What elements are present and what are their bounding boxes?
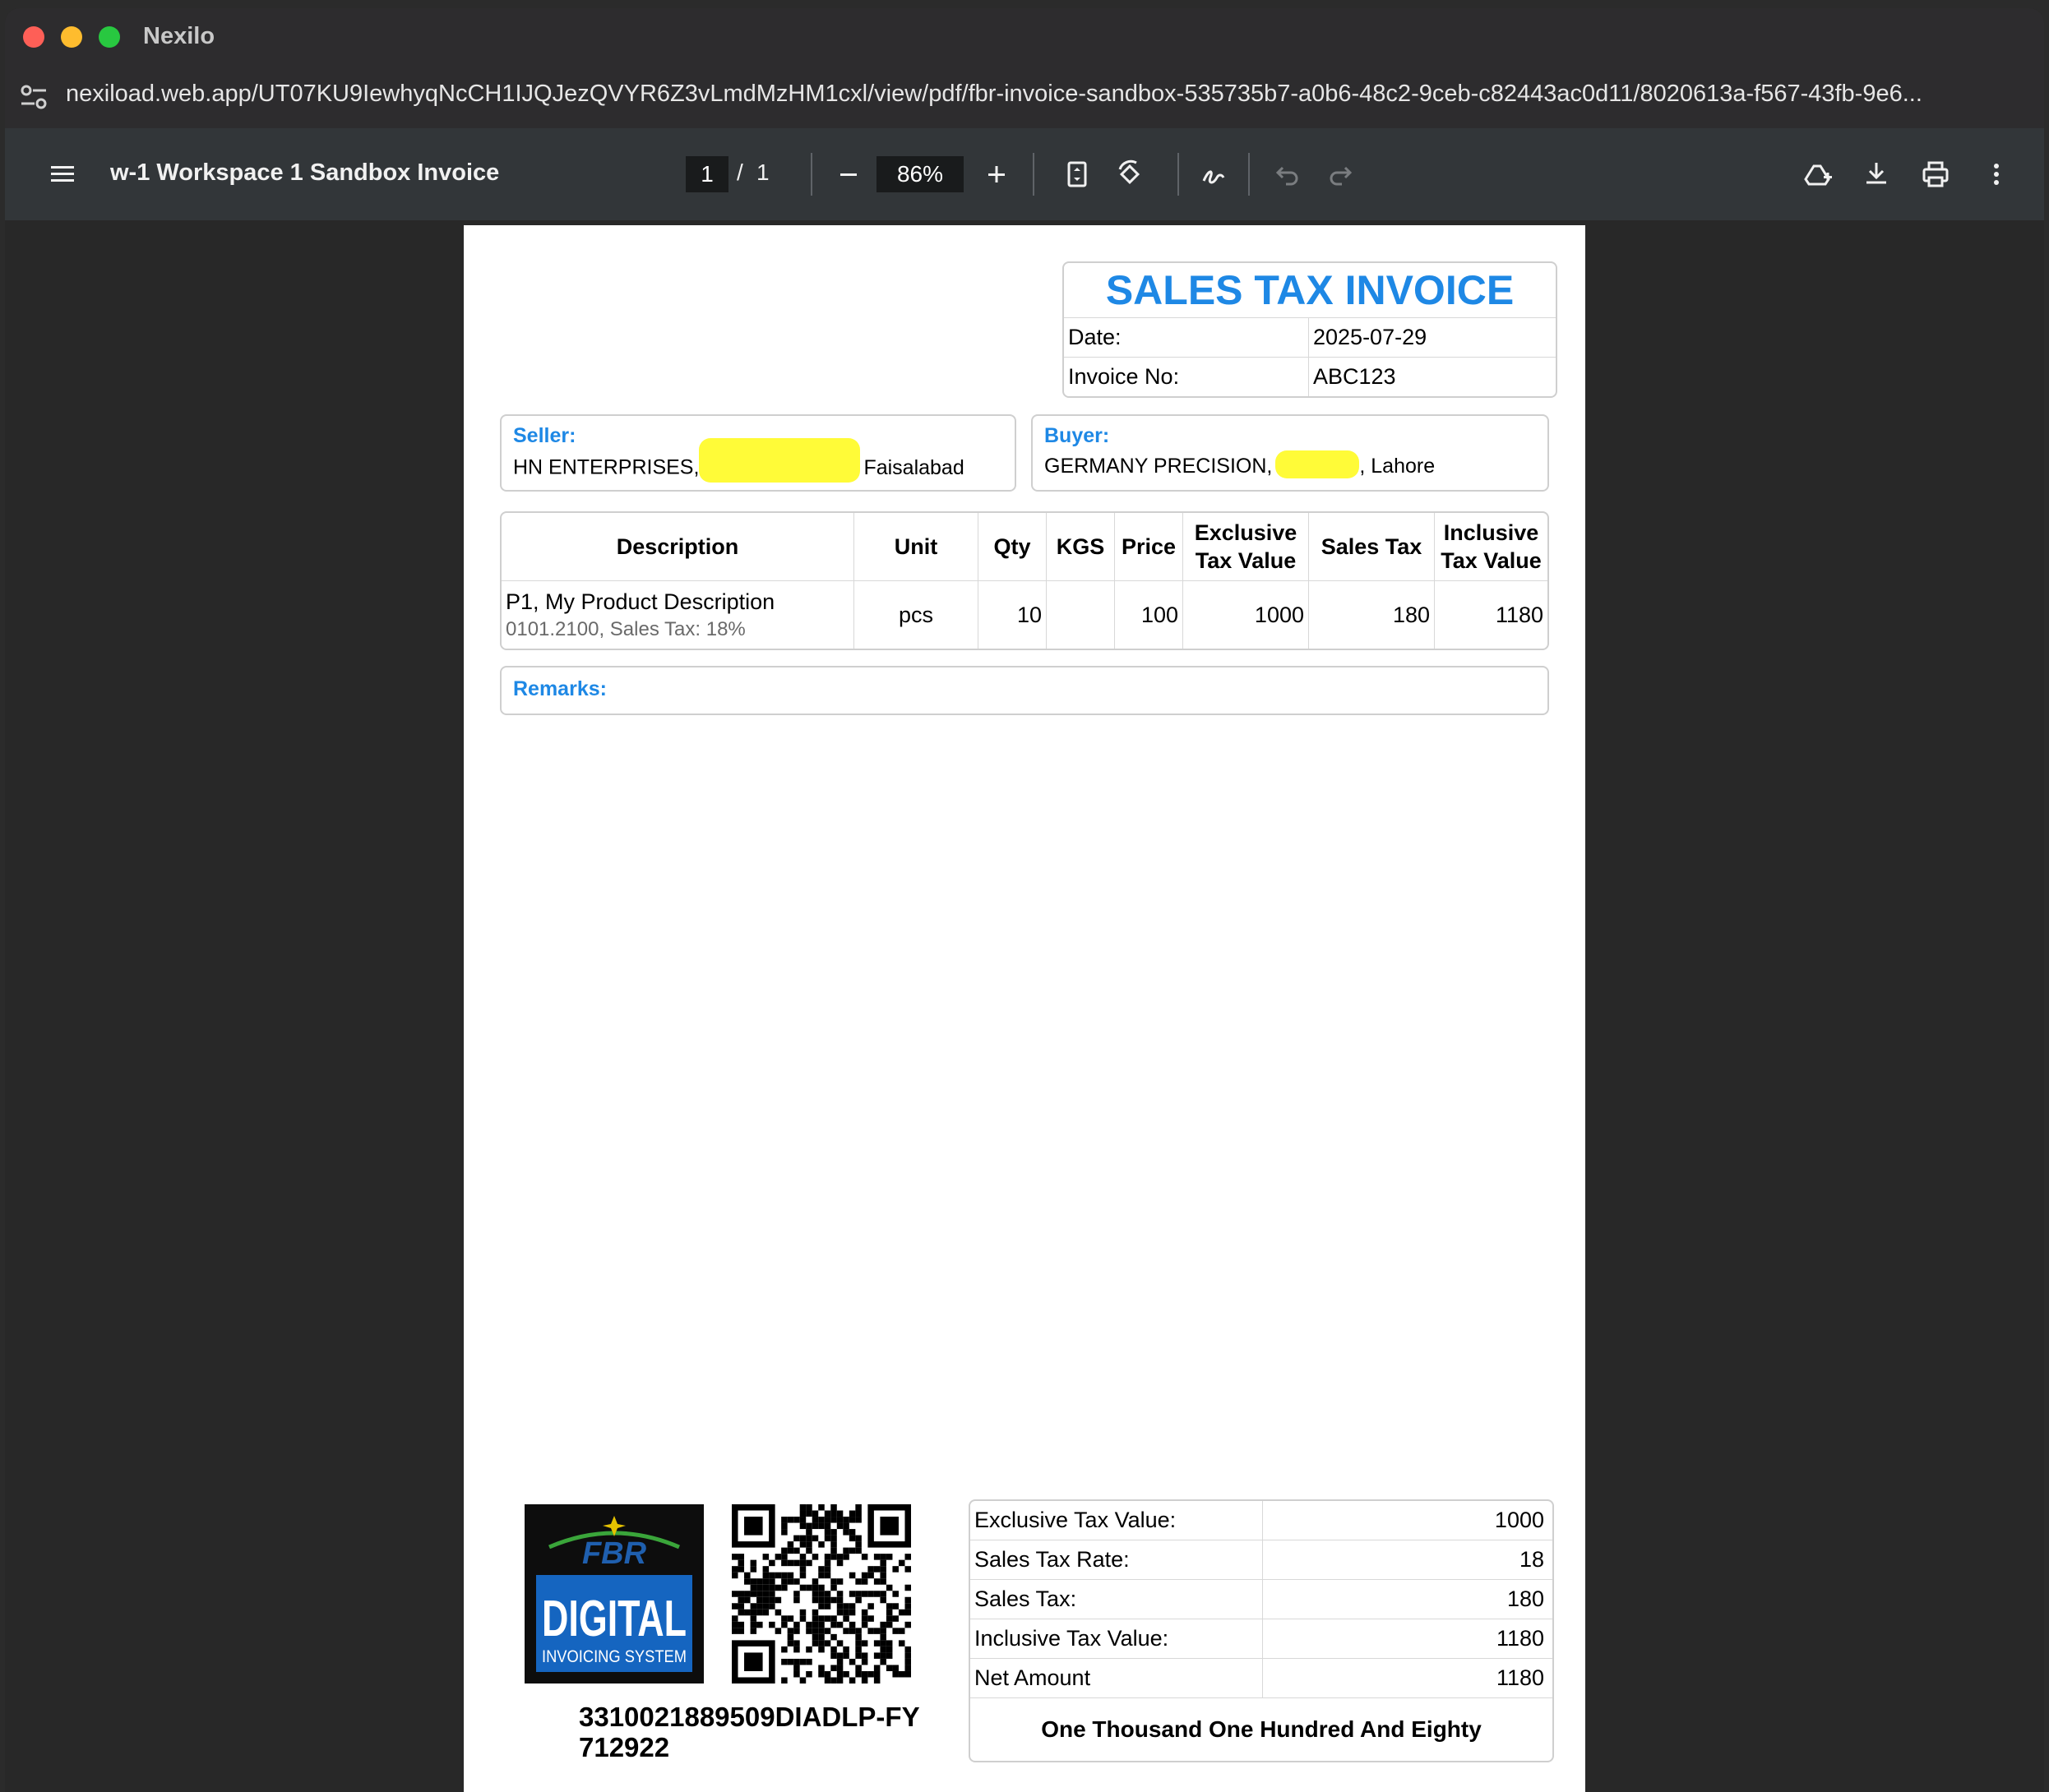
item-price: 100	[1114, 580, 1183, 649]
totals-label: Exclusive Tax Value:	[970, 1501, 1263, 1540]
qr-code	[732, 1504, 911, 1683]
column-header: KGS	[1046, 513, 1115, 581]
url-text[interactable]: nexiload.web.app/UT07KU9IewhyqNcCH1IJQJe…	[66, 81, 2023, 108]
invoice-title: SALES TAX INVOICE	[1064, 263, 1556, 318]
column-header: Price	[1114, 513, 1183, 581]
zoom-input[interactable]: 86%	[876, 156, 964, 192]
redaction-highlight	[699, 438, 861, 483]
zoom-in-icon[interactable]	[978, 156, 1015, 192]
document-title: w-1 Workspace 1 Sandbox Invoice	[110, 159, 500, 186]
column-header: Description	[502, 513, 854, 581]
totals-label: Net Amount	[970, 1659, 1263, 1697]
amount-in-words: One Thousand One Hundred And Eighty	[1041, 1716, 1482, 1742]
invoice-no-value: ABC123	[1313, 364, 1396, 389]
buyer-label: Buyer:	[1044, 424, 1110, 447]
items-table: Description Unit Qty KGS Price Exclusive…	[500, 511, 1549, 650]
buyer-name: GERMANY PRECISION,	[1044, 455, 1273, 478]
seller-box: Seller: HN ENTERPRISES, Faisalabad	[500, 414, 1016, 492]
pdf-page: SALES TAX INVOICE Date: 2025-07-29 Invoi…	[464, 225, 1585, 1792]
address-bar[interactable]: nexiload.web.app/UT07KU9IewhyqNcCH1IJQJe…	[5, 66, 2044, 129]
close-window-button[interactable]	[23, 26, 44, 48]
column-header: Qty	[978, 513, 1047, 581]
pdf-viewer[interactable]: SALES TAX INVOICE Date: 2025-07-29 Invoi…	[5, 220, 2044, 1792]
logo-top-text: FBR	[582, 1536, 647, 1571]
more-icon[interactable]	[1978, 156, 2014, 192]
fit-page-icon[interactable]	[1059, 156, 1095, 192]
totals-row: Sales Tax: 180	[970, 1580, 1552, 1619]
totals-label: Sales Tax:	[970, 1580, 1263, 1619]
save-to-drive-icon[interactable]	[1799, 156, 1835, 192]
seller-details: HN ENTERPRISES, Faisalabad	[513, 438, 1003, 483]
column-header: Exclusive Tax Value	[1182, 513, 1309, 581]
redo-icon[interactable]	[1322, 156, 1358, 192]
column-header: Sales Tax	[1308, 513, 1435, 581]
title-bar: Nexilo	[5, 8, 2044, 66]
totals-value: 1180	[1496, 1665, 1544, 1690]
item-description-cell: P1, My Product Description 0101.2100, Sa…	[502, 580, 854, 649]
totals-value: 1180	[1496, 1626, 1544, 1651]
totals-label: Inclusive Tax Value:	[970, 1619, 1263, 1658]
totals-value: 180	[1506, 1586, 1544, 1611]
logo-sub-text: INVOICING SYSTEM	[542, 1647, 687, 1666]
print-icon[interactable]	[1917, 156, 1954, 192]
divider	[1248, 153, 1250, 196]
column-header: Inclusive Tax Value	[1434, 513, 1547, 581]
item-qty: 10	[978, 580, 1047, 649]
totals-label: Sales Tax Rate:	[970, 1540, 1263, 1579]
menu-icon[interactable]	[44, 156, 81, 192]
totals-row: Exclusive Tax Value: 1000	[970, 1501, 1552, 1540]
remarks-label: Remarks:	[513, 677, 607, 700]
totals-value: 18	[1519, 1547, 1544, 1572]
maximize-window-button[interactable]	[99, 26, 120, 48]
zoom-out-icon[interactable]	[830, 156, 867, 192]
item-hs-code: 0101.2100, Sales Tax: 18%	[506, 617, 746, 640]
remarks-box: Remarks:	[500, 666, 1549, 715]
invoice-reference-number: 3310021889509DIADLP-FY712922	[579, 1702, 920, 1762]
item-exclusive: 1000	[1182, 580, 1309, 649]
redaction-highlight	[1275, 450, 1360, 479]
totals-row: Inclusive Tax Value: 1180	[970, 1619, 1552, 1659]
buyer-box: Buyer: GERMANY PRECISION, , Lahore	[1031, 414, 1549, 492]
seller-name: HN ENTERPRISES,	[513, 455, 700, 479]
divider	[811, 153, 812, 196]
pdf-toolbar: w-1 Workspace 1 Sandbox Invoice 1 / 1 86…	[5, 128, 2044, 220]
divider	[1177, 153, 1179, 196]
buyer-details: GERMANY PRECISION, , Lahore	[1044, 450, 1536, 479]
table-header-row: Description Unit Qty KGS Price Exclusive…	[502, 513, 1547, 581]
column-header: Unit	[853, 513, 978, 581]
date-label: Date:	[1064, 318, 1309, 357]
minimize-window-button[interactable]	[61, 26, 82, 48]
divider	[1033, 153, 1034, 196]
table-row: P1, My Product Description 0101.2100, Sa…	[502, 580, 1547, 649]
item-description: P1, My Product Description	[506, 589, 775, 614]
item-unit: pcs	[853, 580, 978, 649]
item-sales-tax: 180	[1308, 580, 1435, 649]
seller-city: Faisalabad	[863, 455, 964, 479]
date-value: 2025-07-29	[1313, 325, 1427, 349]
totals-row: Sales Tax Rate: 18	[970, 1540, 1552, 1580]
item-kgs	[1046, 580, 1115, 649]
buyer-city: , Lahore	[1359, 455, 1436, 478]
undo-icon[interactable]	[1270, 156, 1306, 192]
browser-window: Nexilo nexiload.web.app/UT07KU9IewhyqNcC…	[5, 8, 2044, 1792]
download-icon[interactable]	[1858, 156, 1894, 192]
logo-main-text: DIGITAL	[542, 1591, 687, 1647]
invoice-no-row: Invoice No: ABC123	[1064, 358, 1556, 396]
date-row: Date: 2025-07-29	[1064, 318, 1556, 358]
totals-box: Exclusive Tax Value: 1000 Sales Tax Rate…	[969, 1499, 1554, 1762]
invoice-header: SALES TAX INVOICE Date: 2025-07-29 Invoi…	[1062, 261, 1557, 398]
totals-value: 1000	[1494, 1508, 1544, 1532]
item-inclusive: 1180	[1434, 580, 1547, 649]
page-separator: /	[737, 159, 743, 185]
invoice-no-label: Invoice No:	[1064, 358, 1309, 396]
site-settings-icon[interactable]	[16, 81, 53, 113]
fbr-digital-logo: FBR DIGITAL INVOICING SYSTEM	[525, 1504, 704, 1683]
totals-row: Net Amount 1180	[970, 1659, 1552, 1698]
window-title: Nexilo	[143, 23, 215, 49]
total-pages: 1	[756, 159, 770, 185]
annotate-icon[interactable]	[1196, 156, 1232, 192]
page-number-input[interactable]: 1	[686, 156, 728, 192]
rotate-icon[interactable]	[1112, 156, 1148, 192]
